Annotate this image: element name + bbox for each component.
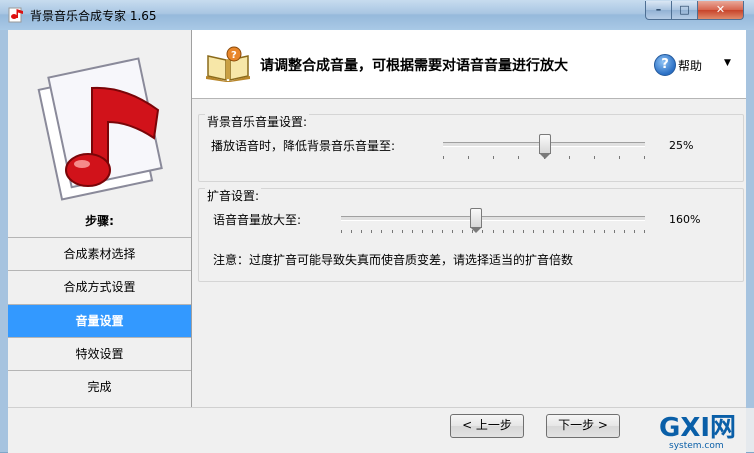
slider-tick [583,230,585,233]
slider-tick [361,230,363,233]
slider-tick [462,230,464,233]
slider-tick [633,230,635,233]
previous-step-button[interactable]: < 上一步 [450,414,524,438]
slider-tick [371,230,373,233]
slider-tick [543,156,545,159]
slider-tick [543,230,544,233]
slider-tick [573,230,575,233]
steps-title: 步骤: [85,214,114,228]
slider-tick [613,230,615,233]
slider-tick [468,156,470,159]
slider-tick [512,230,514,233]
slider-tick [442,230,443,233]
slider-tick [593,230,595,233]
client-area: 步骤: 合成素材选择 合成方式设置 音量设置 特效设置 完成 ? 请调整合成音量… [8,30,746,453]
window-frame-right [746,30,754,452]
slider-tick [568,156,570,159]
step-synthesis-mode[interactable]: 合成方式设置 [8,270,191,303]
slider-tick [411,230,413,233]
svg-text:?: ? [231,50,237,61]
chevron-down-icon: ▼ [724,58,731,68]
slider-tick [522,230,524,233]
slider-tick [532,230,534,233]
amplify-group-title: 扩音设置: [205,187,262,204]
book-icon: ? [206,46,250,82]
close-button[interactable]: ✕ [697,1,744,20]
music-note-logo [37,57,163,201]
slider-tick [502,230,504,233]
slider-tick [563,230,565,233]
header-instruction: 请调整合成音量，可根据需要对语音音量进行放大 [260,58,568,74]
slider-tick [341,230,342,233]
window-frame-left [0,30,8,452]
step-volume-settings[interactable]: 音量设置 [8,304,191,337]
bg-music-volume-value: 25% [669,139,694,152]
slider-tick [482,230,484,233]
slider-tick [644,156,645,159]
slider-tick [381,230,383,233]
bg-music-volume-group: 背景音乐音量设置: 播放语音时，降低背景音乐音量至: 25% [198,113,744,182]
title-bar: 背景音乐合成专家 1.65 – □ ✕ [0,0,754,31]
slider-tick [351,230,353,233]
slider-ticks [443,156,645,160]
amplify-warning-note: 注意：过度扩音可能导致失真而使音质变差，请选择适当的扩音倍数 [213,253,574,267]
minimize-button[interactable]: – [645,1,672,20]
slider-tick [452,230,454,233]
slider-tick [421,230,423,233]
slider-tick [518,156,520,159]
amplify-label: 语音音量放大至: [213,213,302,227]
slider-track [341,216,645,221]
slider-tick [623,230,625,233]
help-label: 帮助 [678,59,703,73]
bg-music-volume-label: 播放语音时，降低背景音乐音量至: [211,139,396,153]
slider-tick [472,230,474,233]
slider-tick [401,230,403,233]
slider-tick [493,156,495,159]
app-music-icon [8,7,23,23]
slider-tick [443,156,444,159]
amplify-value: 160% [669,213,701,226]
slider-tick [431,230,433,233]
watermark-brand: GXI网 [659,413,736,443]
step-effects-settings[interactable]: 特效设置 [8,337,191,370]
window-title: 背景音乐合成专家 1.65 [30,9,157,23]
watermark-domain: system.com [669,441,724,451]
header-panel: ? 请调整合成音量，可根据需要对语音音量进行放大 ? 帮助 ▼ [192,30,746,99]
slider-tick [553,230,555,233]
slider-tick [391,230,393,233]
amplify-slider[interactable] [341,208,645,234]
help-menu-button[interactable]: ? 帮助 ▼ [654,54,734,76]
slider-tick [492,230,494,233]
slider-ticks [341,230,645,234]
slider-tick [603,230,605,233]
bg-music-volume-slider[interactable] [443,134,645,160]
help-icon: ? [654,54,676,76]
bg-music-group-title: 背景音乐音量设置: [205,113,310,130]
maximize-button[interactable]: □ [671,1,698,20]
watermark-logo: GXI网 system.com [655,408,754,452]
navigation-bar: < 上一步 下一步 > [8,407,746,453]
slider-tick [593,156,595,159]
sidebar: 步骤: 合成素材选择 合成方式设置 音量设置 特效设置 完成 [8,30,192,407]
amplify-group: 扩音设置: 语音音量放大至: 160% 注意：过度扩音可能导致失真而使音质变差，… [198,187,744,282]
slider-tick [644,230,645,233]
slider-thumb[interactable] [469,208,482,233]
step-material-selection[interactable]: 合成素材选择 [8,237,191,270]
next-step-button[interactable]: 下一步 > [546,414,620,438]
slider-thumb[interactable] [539,134,551,159]
step-finish[interactable]: 完成 [8,370,191,403]
slider-tick [618,156,620,159]
